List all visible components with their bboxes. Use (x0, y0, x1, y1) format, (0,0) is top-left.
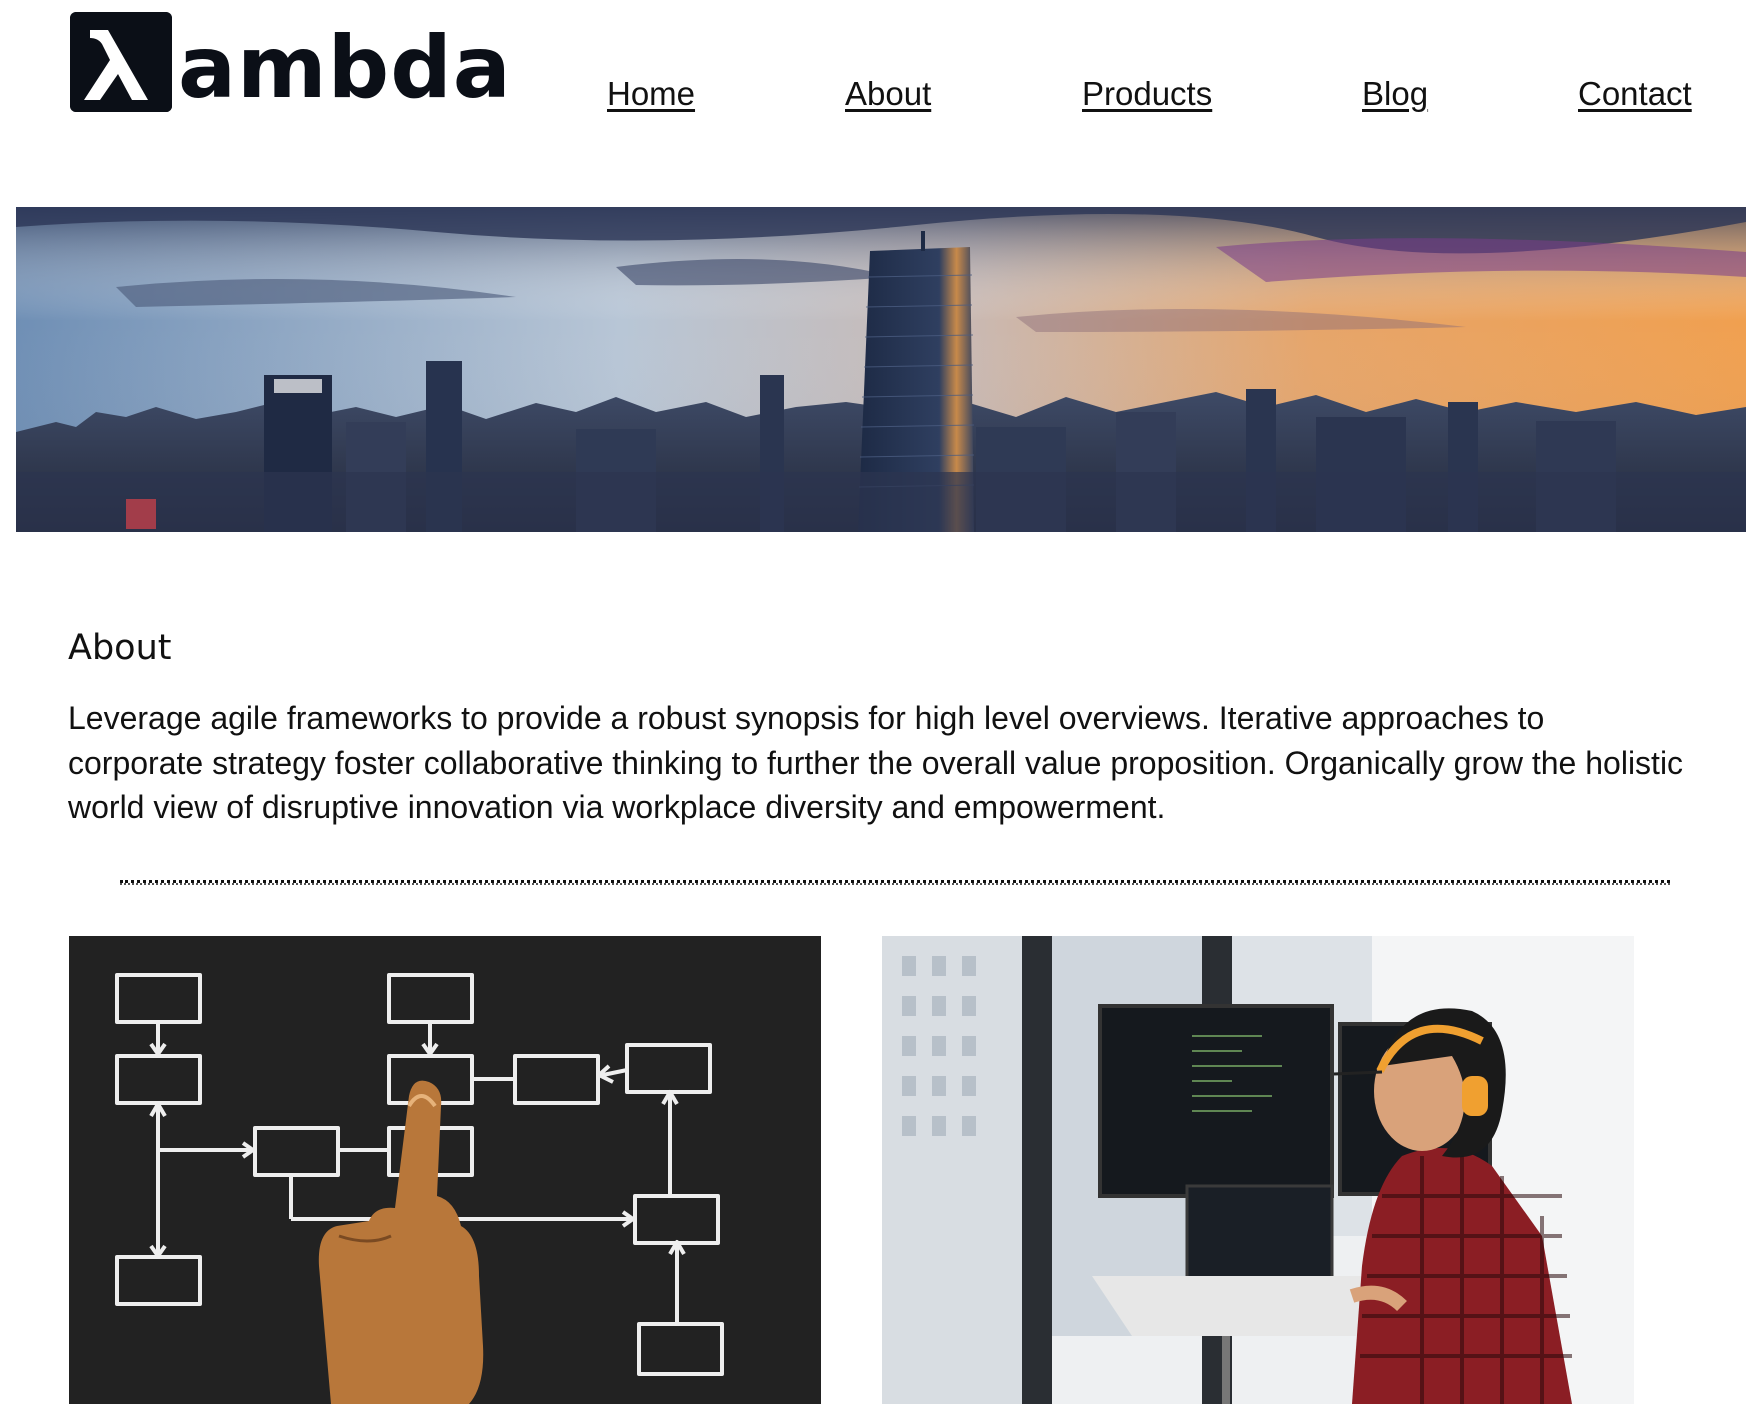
nav-link-blog[interactable]: Blog (1362, 72, 1428, 116)
nav-link-about[interactable]: About (845, 72, 931, 116)
about-paragraph: Leverage agile frameworks to provide a r… (68, 700, 1684, 825)
hero-skyline-image (16, 207, 1746, 532)
nav-link-contact[interactable]: Contact (1578, 72, 1692, 116)
nav-link-products[interactable]: Products (1082, 72, 1212, 116)
site-header: ambda Home About Products Blog Contact (0, 0, 1762, 180)
main-nav: Home About Products Blog Contact (0, 72, 1762, 120)
flowchart-image (69, 936, 821, 1404)
developer-workspace-image (882, 936, 1634, 1404)
nav-link-home[interactable]: Home (607, 72, 695, 116)
section-title: About (68, 628, 172, 668)
section-divider (120, 880, 1670, 885)
